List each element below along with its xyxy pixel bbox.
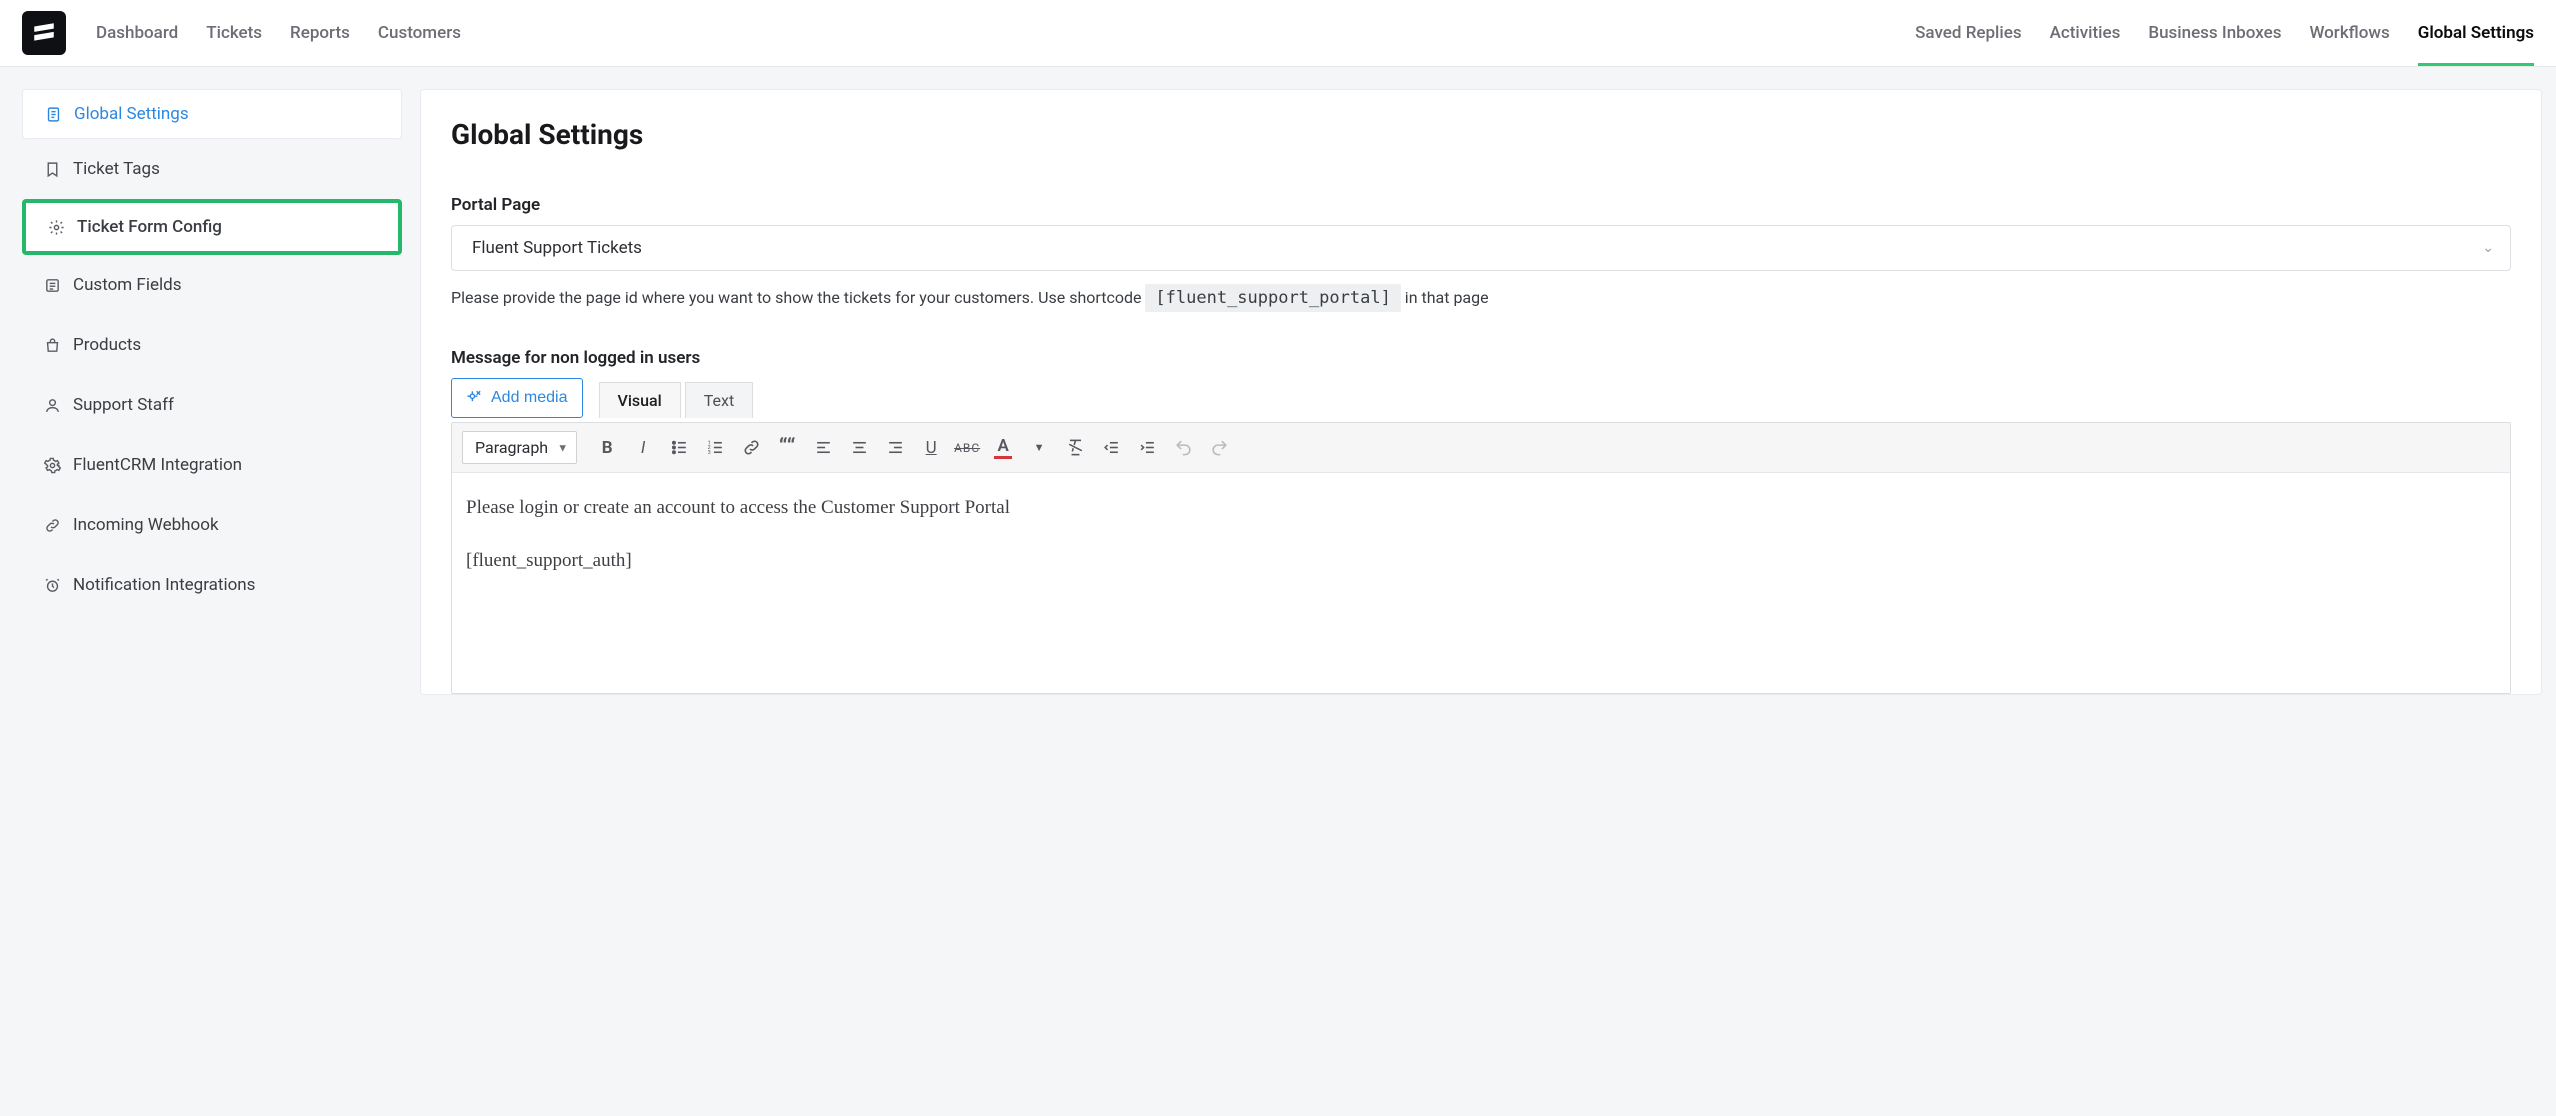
triangle-down-icon: ▼	[557, 441, 568, 454]
sidebar-item-label: Global Settings	[74, 104, 189, 124]
layout: Global Settings Ticket Tags Ticket Form …	[0, 67, 2556, 695]
chevron-down-icon: ⌄	[2482, 240, 2494, 256]
indent-button[interactable]	[1131, 433, 1163, 463]
sidebar-item-label: Incoming Webhook	[73, 515, 219, 535]
cog-icon	[44, 457, 61, 474]
sidebar-item-fluentcrm-integration[interactable]: FluentCRM Integration	[22, 435, 402, 495]
clock-icon	[44, 577, 61, 594]
link-button[interactable]	[735, 433, 767, 463]
document-icon	[45, 106, 62, 123]
editor-toolbar: Paragraph ▼ B I 123 ““	[452, 423, 2510, 473]
nav-item-dashboard[interactable]: Dashboard	[96, 1, 178, 66]
italic-button[interactable]: I	[627, 433, 659, 463]
nav-item-activities[interactable]: Activities	[2050, 1, 2121, 66]
nav-item-customers[interactable]: Customers	[378, 1, 461, 66]
editor-body[interactable]: Please login or create an account to acc…	[452, 473, 2510, 693]
bookmark-icon	[44, 161, 61, 178]
redo-button[interactable]	[1203, 433, 1235, 463]
editor-top-row: Add media Visual Text	[451, 378, 2511, 418]
page-title: Global Settings	[451, 118, 2511, 151]
sidebar-item-ticket-form-config[interactable]: Ticket Form Config	[22, 199, 402, 255]
unordered-list-button[interactable]	[663, 433, 695, 463]
sidebar-item-label: Ticket Form Config	[77, 217, 222, 237]
sidebar-item-label: Support Staff	[73, 395, 174, 415]
bold-button[interactable]: B	[591, 433, 623, 463]
bag-icon	[44, 337, 61, 354]
tab-visual[interactable]: Visual	[599, 382, 681, 418]
nav-item-saved-replies[interactable]: Saved Replies	[1915, 1, 2021, 66]
sidebar-item-label: FluentCRM Integration	[73, 455, 242, 475]
sidebar-item-global-settings[interactable]: Global Settings	[22, 89, 402, 139]
portal-page-value: Fluent Support Tickets	[472, 238, 642, 258]
sidebar-item-products[interactable]: Products	[22, 315, 402, 375]
nav-right: Saved Replies Activities Business Inboxe…	[1915, 1, 2534, 66]
underline-button[interactable]: U	[915, 433, 947, 463]
nav-item-reports[interactable]: Reports	[290, 1, 350, 66]
tab-text[interactable]: Text	[685, 382, 753, 418]
nav-item-global-settings[interactable]: Global Settings	[2418, 1, 2534, 66]
outdent-button[interactable]	[1095, 433, 1127, 463]
list-icon	[44, 277, 61, 294]
portal-help-shortcode: [fluent_support_portal]	[1145, 284, 1400, 312]
strikethrough-button[interactable]: ABC	[951, 433, 983, 463]
gear-icon	[48, 219, 65, 236]
sidebar-item-label: Notification Integrations	[73, 575, 255, 595]
person-icon	[44, 397, 61, 414]
portal-page-label: Portal Page	[451, 195, 2511, 215]
sidebar: Global Settings Ticket Tags Ticket Form …	[22, 89, 402, 695]
text-color-button[interactable]: A	[987, 433, 1019, 463]
editor-line-2: [fluent_support_auth]	[466, 546, 2496, 576]
nav-item-workflows[interactable]: Workflows	[2309, 1, 2389, 66]
editor-mode-tabs: Visual Text	[599, 382, 754, 418]
add-media-button[interactable]: Add media	[451, 378, 583, 418]
align-right-button[interactable]	[879, 433, 911, 463]
sidebar-item-incoming-webhook[interactable]: Incoming Webhook	[22, 495, 402, 555]
nav-item-business-inboxes[interactable]: Business Inboxes	[2148, 1, 2281, 66]
svg-text:3: 3	[707, 450, 710, 456]
editor-line-1: Please login or create an account to acc…	[466, 493, 2496, 523]
portal-help-post: in that page	[1405, 288, 1489, 307]
rich-text-editor: Paragraph ▼ B I 123 ““	[451, 422, 2511, 694]
message-label: Message for non logged in users	[451, 348, 2511, 368]
main-panel: Global Settings Portal Page Fluent Suppo…	[420, 89, 2542, 695]
sidebar-item-custom-fields[interactable]: Custom Fields	[22, 255, 402, 315]
ordered-list-button[interactable]: 123	[699, 433, 731, 463]
undo-button[interactable]	[1167, 433, 1199, 463]
align-center-button[interactable]	[843, 433, 875, 463]
quote-button[interactable]: ““	[771, 433, 803, 463]
sidebar-item-notification-integrations[interactable]: Notification Integrations	[22, 555, 402, 615]
link-icon	[44, 517, 61, 534]
sidebar-item-label: Ticket Tags	[73, 159, 160, 179]
topbar: Dashboard Tickets Reports Customers Save…	[0, 0, 2556, 67]
sidebar-item-label: Products	[73, 335, 141, 355]
portal-help-pre: Please provide the page id where you wan…	[451, 288, 1145, 307]
nav-item-tickets[interactable]: Tickets	[206, 1, 262, 66]
portal-page-helper: Please provide the page id where you wan…	[451, 285, 2511, 312]
format-select[interactable]: Paragraph ▼	[462, 431, 577, 464]
clear-format-button[interactable]	[1059, 433, 1091, 463]
sidebar-item-support-staff[interactable]: Support Staff	[22, 375, 402, 435]
media-icon	[466, 387, 483, 409]
align-left-button[interactable]	[807, 433, 839, 463]
text-color-dropdown[interactable]: ▼	[1023, 433, 1055, 463]
format-select-value: Paragraph	[475, 438, 548, 457]
portal-page-select[interactable]: Fluent Support Tickets ⌄	[451, 225, 2511, 271]
app-logo[interactable]	[22, 11, 66, 55]
sidebar-item-label: Custom Fields	[73, 275, 181, 295]
nav-left: Dashboard Tickets Reports Customers	[96, 1, 461, 66]
sidebar-item-ticket-tags[interactable]: Ticket Tags	[22, 139, 402, 199]
add-media-label: Add media	[491, 389, 568, 407]
